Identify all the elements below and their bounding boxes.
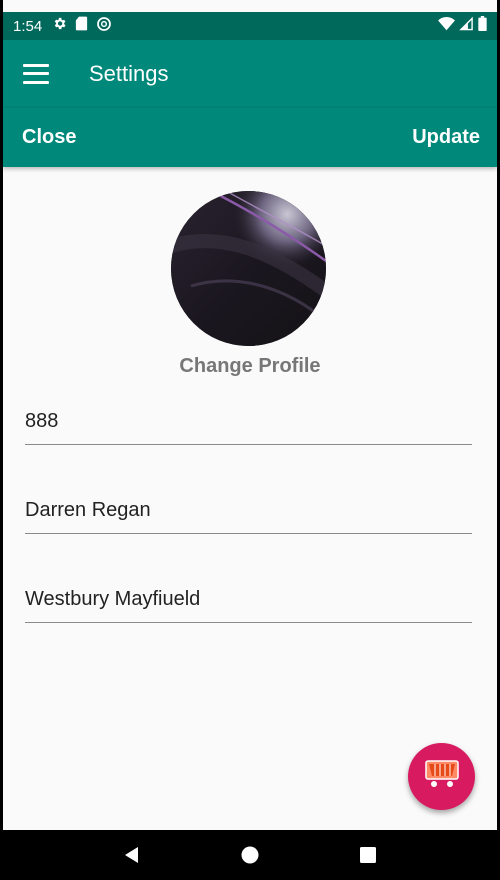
battery-icon <box>478 16 487 36</box>
change-profile-button[interactable]: Change Profile <box>3 355 497 378</box>
address-field[interactable] <box>25 583 472 623</box>
signal-icon <box>459 16 474 36</box>
cart-button[interactable] <box>408 743 475 810</box>
action-bar: Close Update <box>3 107 497 167</box>
sync-icon <box>96 16 112 37</box>
screen: 1:54 Settings Close Update Change Profil… <box>3 0 497 880</box>
gear-icon <box>52 16 67 36</box>
app-bar: Settings <box>3 40 497 107</box>
back-icon[interactable] <box>112 835 152 875</box>
shopping-cart-icon <box>424 760 459 793</box>
wifi-icon <box>438 16 455 36</box>
menu-icon[interactable] <box>23 63 49 84</box>
phone-field[interactable] <box>25 405 472 445</box>
name-field[interactable] <box>25 494 472 534</box>
close-button[interactable]: Close <box>22 126 76 149</box>
status-bar: 1:54 <box>3 12 497 40</box>
system-nav-bar <box>3 830 497 880</box>
home-icon[interactable] <box>230 835 270 875</box>
update-button[interactable]: Update <box>412 126 480 149</box>
avatar[interactable] <box>171 191 326 346</box>
page-title: Settings <box>89 60 169 86</box>
status-time: 1:54 <box>13 17 43 35</box>
recents-icon[interactable] <box>348 835 388 875</box>
sd-card-icon <box>75 16 88 36</box>
